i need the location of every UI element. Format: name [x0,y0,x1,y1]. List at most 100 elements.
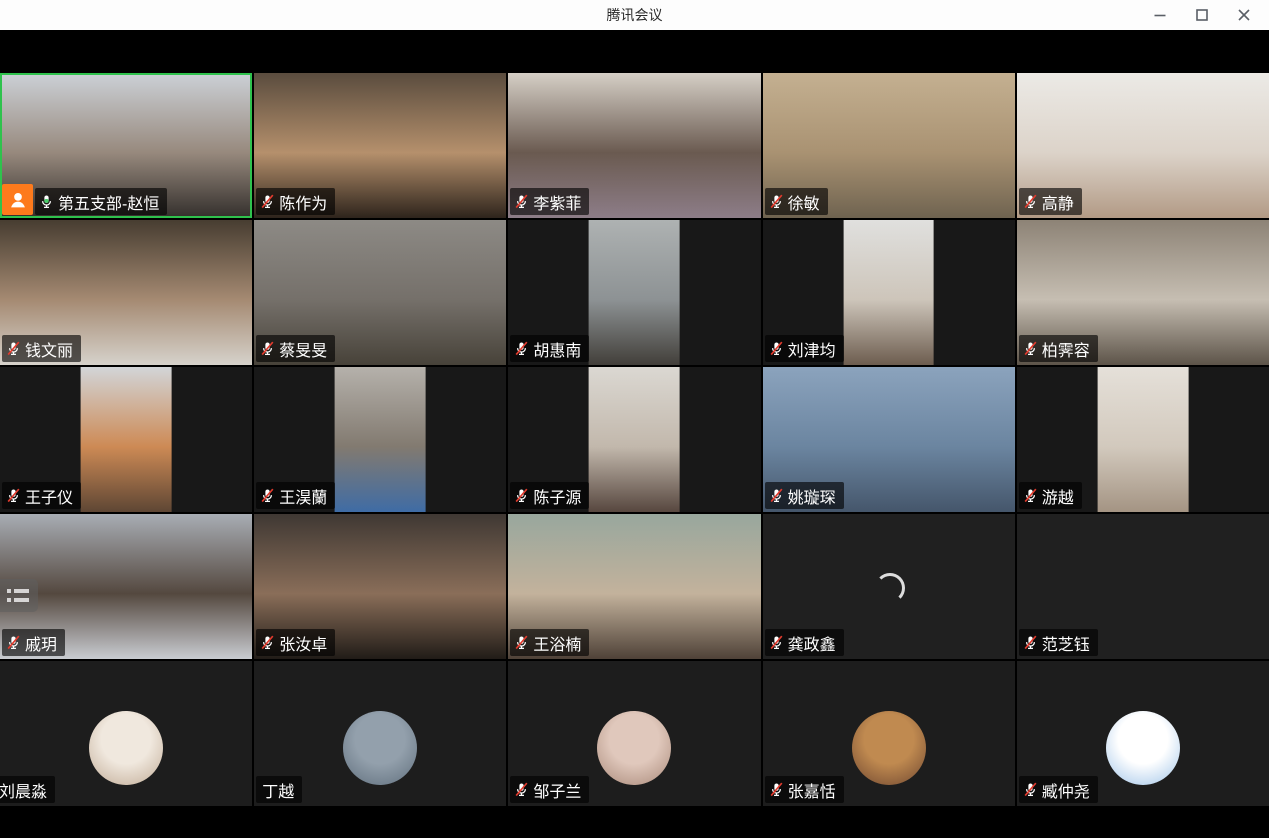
participant-name: 刘津均 [788,337,836,361]
participant-label-row: 徐敏 [765,188,828,215]
participant-name: 游越 [1042,484,1074,508]
participant-label-row: 柏霁容 [1019,335,1098,362]
participant-tile[interactable]: 王淏蘭 [254,367,506,512]
mic-muted-icon [1022,634,1039,651]
participant-name-label: 张嘉恬 [765,776,844,803]
participant-tile[interactable]: 张嘉恬 [763,661,1015,806]
participant-tile[interactable]: 刘津均 [763,220,1015,365]
participant-tile[interactable]: 高静 [1017,73,1269,218]
participant-name: 张嘉恬 [788,778,836,802]
participant-name: 钱文丽 [25,337,73,361]
meeting-window: 腾讯会议 第五支部-赵恒 陈作为 李紫菲 徐敏 高静钱文丽 蔡旻旻 胡惠南 刘津均 柏霁容王子仪… [0,0,1269,838]
participant-label-row: 王淏蘭 [256,482,335,509]
mic-muted-icon [513,781,530,798]
participant-name-label: 蔡旻旻 [256,335,335,362]
mic-muted-icon [259,193,276,210]
participant-name: 李紫菲 [533,190,581,214]
participant-tile[interactable]: 陈作为 [254,73,506,218]
participant-name: 胡惠南 [533,337,581,361]
participant-name-label: 王淏蘭 [256,482,335,509]
participant-name: 陈作为 [279,190,327,214]
participant-tile[interactable]: 王浴楠 [508,514,760,659]
mic-active-icon [38,193,55,210]
mic-muted-icon [259,487,276,504]
participant-label-row: 钱文丽 [2,335,81,362]
participant-tile[interactable]: 钱文丽 [0,220,252,365]
member-list-toggle-button[interactable] [0,579,38,612]
participant-label-row: 陈作为 [256,188,335,215]
participant-avatar [1106,711,1180,785]
participant-label-row: 邹子兰 [510,776,589,803]
participant-video [589,367,680,512]
participant-tile[interactable]: 姚璇琛 [763,367,1015,512]
participant-label-row: 蔡旻旻 [256,335,335,362]
loading-spinner [875,573,905,603]
participant-name: 蔡旻旻 [279,337,327,361]
close-button[interactable] [1223,0,1265,30]
participant-name: 王浴楠 [533,631,581,655]
participant-name-label: 胡惠南 [510,335,589,362]
participant-name: 第五支部-赵恒 [58,190,159,214]
mic-muted-icon [513,634,530,651]
participant-label-row: 李紫菲 [510,188,589,215]
minimize-button[interactable] [1139,0,1181,30]
participant-name-label: 第五支部-赵恒 [35,188,167,215]
participant-tile[interactable]: 王子仪 [0,367,252,512]
list-icon [7,598,38,602]
participant-name-label: 王浴楠 [510,629,589,656]
participant-name: 柏霁容 [1042,337,1090,361]
participant-label-row: 张嘉恬 [765,776,844,803]
participant-label-row: 龚政鑫 [765,629,844,656]
participant-tile[interactable]: 臧仲尧 [1017,661,1269,806]
participant-tile[interactable]: 李紫菲 [508,73,760,218]
participant-name-label: 陈作为 [256,188,335,215]
participant-video [335,367,426,512]
mic-muted-icon [513,340,530,357]
participant-label-row: 游越 [1019,482,1082,509]
mic-muted-icon [768,340,785,357]
participant-name-label: 戚玥 [2,629,65,656]
participant-name-label: 钱文丽 [2,335,81,362]
maximize-button[interactable] [1181,0,1223,30]
participant-tile[interactable]: 第五支部-赵恒 [0,73,252,218]
participant-tile[interactable]: 丁越 [254,661,506,806]
participant-name-label: 邹子兰 [510,776,589,803]
participant-tile[interactable]: 徐敏 [763,73,1015,218]
participant-tile[interactable]: 蔡旻旻 [254,220,506,365]
participant-name: 臧仲尧 [1042,778,1090,802]
participant-label-row: 胡惠南 [510,335,589,362]
participant-avatar [89,711,163,785]
participant-name-label: 李紫菲 [510,188,589,215]
participant-tile[interactable]: 胡惠南 [508,220,760,365]
window-title: 腾讯会议 [607,5,663,25]
mic-muted-icon [5,634,22,651]
mic-muted-icon [5,340,22,357]
window-controls [1139,0,1265,30]
mic-muted-icon [513,487,530,504]
participant-tile[interactable]: 邹子兰 [508,661,760,806]
participant-label-row: 高静 [1019,188,1082,215]
participant-tile[interactable]: 张汝卓 [254,514,506,659]
participant-tile[interactable]: 陈子源 [508,367,760,512]
participant-name: 戚玥 [25,631,57,655]
participant-avatar [597,711,671,785]
participant-tile[interactable]: 游越 [1017,367,1269,512]
participant-label-row: 第五支部-赵恒 [2,184,167,215]
participant-video [589,220,680,365]
participant-tile[interactable]: 龚政鑫 [763,514,1015,659]
participant-name-label: 臧仲尧 [1019,776,1098,803]
mic-muted-icon [1022,340,1039,357]
video-grid: 第五支部-赵恒 陈作为 李紫菲 徐敏 高静钱文丽 蔡旻旻 胡惠南 刘津均 柏霁容王子仪王淏蘭 陈子… [0,73,1269,806]
participant-name-label: 姚璇琛 [765,482,844,509]
participant-tile[interactable]: 刘晨淼 [0,661,252,806]
participant-tile[interactable]: 范芝钰 [1017,514,1269,659]
list-icon [7,589,38,593]
participant-label-row: 王浴楠 [510,629,589,656]
participant-name-label: 刘津均 [765,335,844,362]
participant-name-label: 范芝钰 [1019,629,1098,656]
participant-label-row: 戚玥 [2,629,65,656]
participant-name-label: 徐敏 [765,188,828,215]
mic-muted-icon [768,781,785,798]
participant-label-row: 丁越 [256,776,302,803]
participant-tile[interactable]: 柏霁容 [1017,220,1269,365]
